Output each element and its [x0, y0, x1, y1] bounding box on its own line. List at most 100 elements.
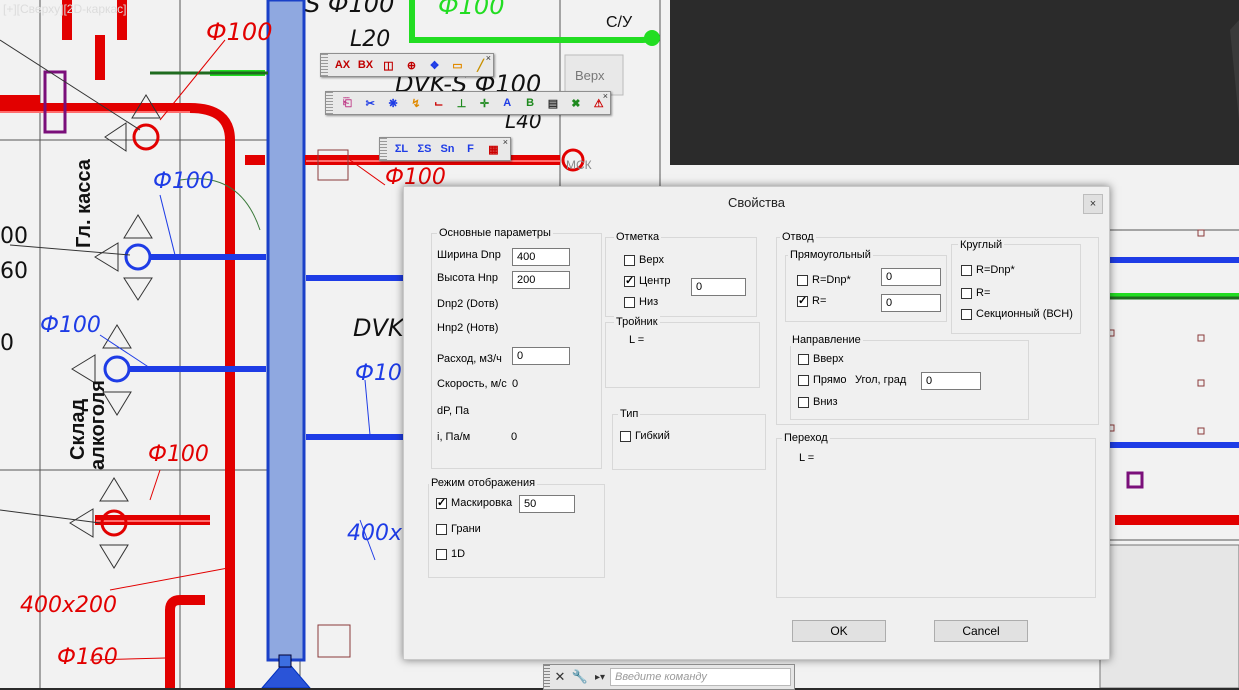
- width-input[interactable]: 400: [512, 248, 570, 266]
- dir-up-checkbox[interactable]: Вверх: [798, 353, 844, 365]
- network-icon[interactable]: ❖: [424, 56, 445, 74]
- viewport-label[interactable]: [+][Сверху][2D-каркас]: [3, 2, 127, 16]
- dialog-close-button[interactable]: ×: [1083, 194, 1103, 214]
- cad-label-edge: 0: [0, 331, 14, 356]
- rect-r-dnp-input[interactable]: 0: [881, 268, 941, 286]
- close-icon[interactable]: ×: [486, 54, 491, 63]
- mask-checkbox[interactable]: Маскировка: [436, 496, 512, 509]
- edges-checkbox[interactable]: Грани: [436, 523, 481, 535]
- type-group: [612, 414, 766, 470]
- command-line[interactable]: ✕ 🔧 ▸▾ Введите команду: [543, 664, 795, 690]
- elevation-top-label: Верх: [639, 254, 664, 266]
- toolbar-axis[interactable]: AX BX ◫ ⊕ ❖ ▭ ╱ ×: [320, 53, 494, 77]
- display-mode-title: Режим отображения: [429, 477, 538, 489]
- speed-label: Скорость, м/с: [437, 378, 507, 390]
- rect-r-checkbox[interactable]: R=: [797, 294, 827, 307]
- room-label-kassa: Гл. касса: [73, 158, 95, 248]
- dir-straight-checkbox[interactable]: Прямо: [798, 374, 850, 386]
- cad-label-edge: 60: [0, 259, 28, 284]
- round-r-label: R=: [976, 287, 991, 299]
- round-sectional-checkbox[interactable]: Секционный (ВСН): [961, 308, 1073, 320]
- elevation-center-label: Центр: [639, 275, 671, 287]
- rect-r-input[interactable]: 0: [881, 294, 941, 312]
- tee-icon[interactable]: ⊥: [451, 94, 472, 112]
- dir-up-label: Вверх: [813, 353, 844, 365]
- riser-duct: [266, 0, 306, 662]
- table-icon[interactable]: ▦: [483, 140, 504, 158]
- 1d-checkbox[interactable]: 1D: [436, 548, 465, 560]
- compass-label: МСК: [566, 158, 592, 172]
- toolbar-grip[interactable]: [321, 54, 328, 76]
- dp-label: dP, Па: [437, 405, 470, 417]
- node-icon[interactable]: ⊕: [401, 56, 422, 74]
- ax-button[interactable]: AX: [332, 56, 353, 74]
- sum-length-button[interactable]: ΣL: [391, 140, 412, 158]
- toolbar-grip[interactable]: [326, 92, 333, 114]
- prompt-icon[interactable]: ▸▾: [590, 672, 610, 683]
- hnp2-label: Hnp2 (Hотв): [437, 322, 499, 334]
- properties-dialog[interactable]: Свойства × Основные параметры Ширина Dnp…: [403, 186, 1110, 660]
- cad-label-d100: Ф100: [40, 313, 101, 338]
- height-label: Высота Hnp: [437, 272, 499, 284]
- scissors-icon[interactable]: ✂: [360, 94, 381, 112]
- round-bend-title: Круглый: [958, 239, 1005, 251]
- f-button[interactable]: F: [460, 140, 481, 158]
- ok-button[interactable]: OK: [792, 620, 886, 642]
- close-icon[interactable]: ✕: [550, 669, 570, 685]
- bm-icon[interactable]: B: [520, 94, 541, 112]
- fan-icon[interactable]: ❋: [383, 94, 404, 112]
- dialog-title[interactable]: Свойства: [404, 187, 1109, 219]
- cad-label-d100: Ф100: [438, 0, 504, 20]
- height-input[interactable]: 200: [512, 271, 570, 289]
- elevation-center-checkbox[interactable]: Центр: [624, 274, 671, 287]
- sheet-icon[interactable]: ▤: [543, 94, 564, 112]
- cad-label-400x: 400x: [347, 521, 403, 546]
- toolbar-grip[interactable]: [380, 138, 387, 160]
- flexible-checkbox[interactable]: Гибкий: [620, 430, 670, 442]
- copy-icon[interactable]: ◫: [378, 56, 399, 74]
- transition-title: Переход: [782, 432, 830, 444]
- transition-group: [776, 438, 1096, 598]
- toolbar-tools[interactable]: ⎗ ✂ ❋ ↯ ⌙ ⊥ ✛ A B ▤ ✖ ⚠ ×: [325, 91, 611, 115]
- rect-r-dnp-checkbox[interactable]: R=Dnp*: [797, 274, 851, 286]
- elevation-bottom-checkbox[interactable]: Низ: [624, 296, 658, 308]
- dir-straight-label: Прямо: [813, 374, 847, 386]
- command-input[interactable]: Введите команду: [610, 668, 791, 686]
- mask-input[interactable]: 50: [519, 495, 575, 513]
- sn-button[interactable]: Sn: [437, 140, 458, 158]
- elevation-title: Отметка: [614, 231, 662, 243]
- angle-label: Угол, град: [855, 374, 907, 386]
- elevation-input[interactable]: 0: [691, 278, 746, 296]
- bend-icon[interactable]: ↯: [405, 94, 426, 112]
- bx-button[interactable]: BX: [355, 56, 376, 74]
- cad-label-d100: Ф100: [153, 169, 214, 194]
- elevation-top-checkbox[interactable]: Верх: [624, 254, 664, 266]
- close-icon[interactable]: ×: [503, 138, 508, 147]
- eraser-icon[interactable]: ⎗: [337, 94, 358, 112]
- bend-title: Отвод: [780, 231, 816, 243]
- tee-group: [605, 322, 760, 388]
- frame-icon[interactable]: ▭: [447, 56, 468, 74]
- edges-label: Грани: [451, 523, 481, 535]
- round-r-checkbox[interactable]: R=: [961, 287, 990, 299]
- close-icon[interactable]: ×: [603, 92, 608, 101]
- toolbar-sums[interactable]: ΣL ΣS Sn F ▦ ×: [379, 137, 511, 161]
- delete-icon[interactable]: ✖: [565, 94, 586, 112]
- direction-title: Направление: [790, 334, 863, 346]
- speed-value: 0: [512, 378, 519, 390]
- cancel-button[interactable]: Cancel: [934, 620, 1028, 642]
- dir-down-checkbox[interactable]: Вниз: [798, 396, 838, 408]
- cad-label-d160: Ф160: [57, 645, 118, 670]
- add-text-icon[interactable]: A: [497, 94, 518, 112]
- cad-label-s100: S Ф100: [305, 0, 394, 18]
- sum-area-button[interactable]: ΣS: [414, 140, 435, 158]
- cross-icon[interactable]: ✛: [474, 94, 495, 112]
- round-r-dnp-checkbox[interactable]: R=Dnp*: [961, 264, 1015, 276]
- elbow-icon[interactable]: ⌙: [428, 94, 449, 112]
- flow-input[interactable]: 0: [512, 347, 570, 365]
- angle-input[interactable]: 0: [921, 372, 981, 390]
- rect-r-label: R=: [812, 295, 827, 307]
- wrench-icon[interactable]: 🔧: [570, 669, 590, 685]
- rect-r-dnp-label: R=Dnp*: [812, 274, 851, 286]
- cad-label-400x200: 400x200: [20, 593, 117, 618]
